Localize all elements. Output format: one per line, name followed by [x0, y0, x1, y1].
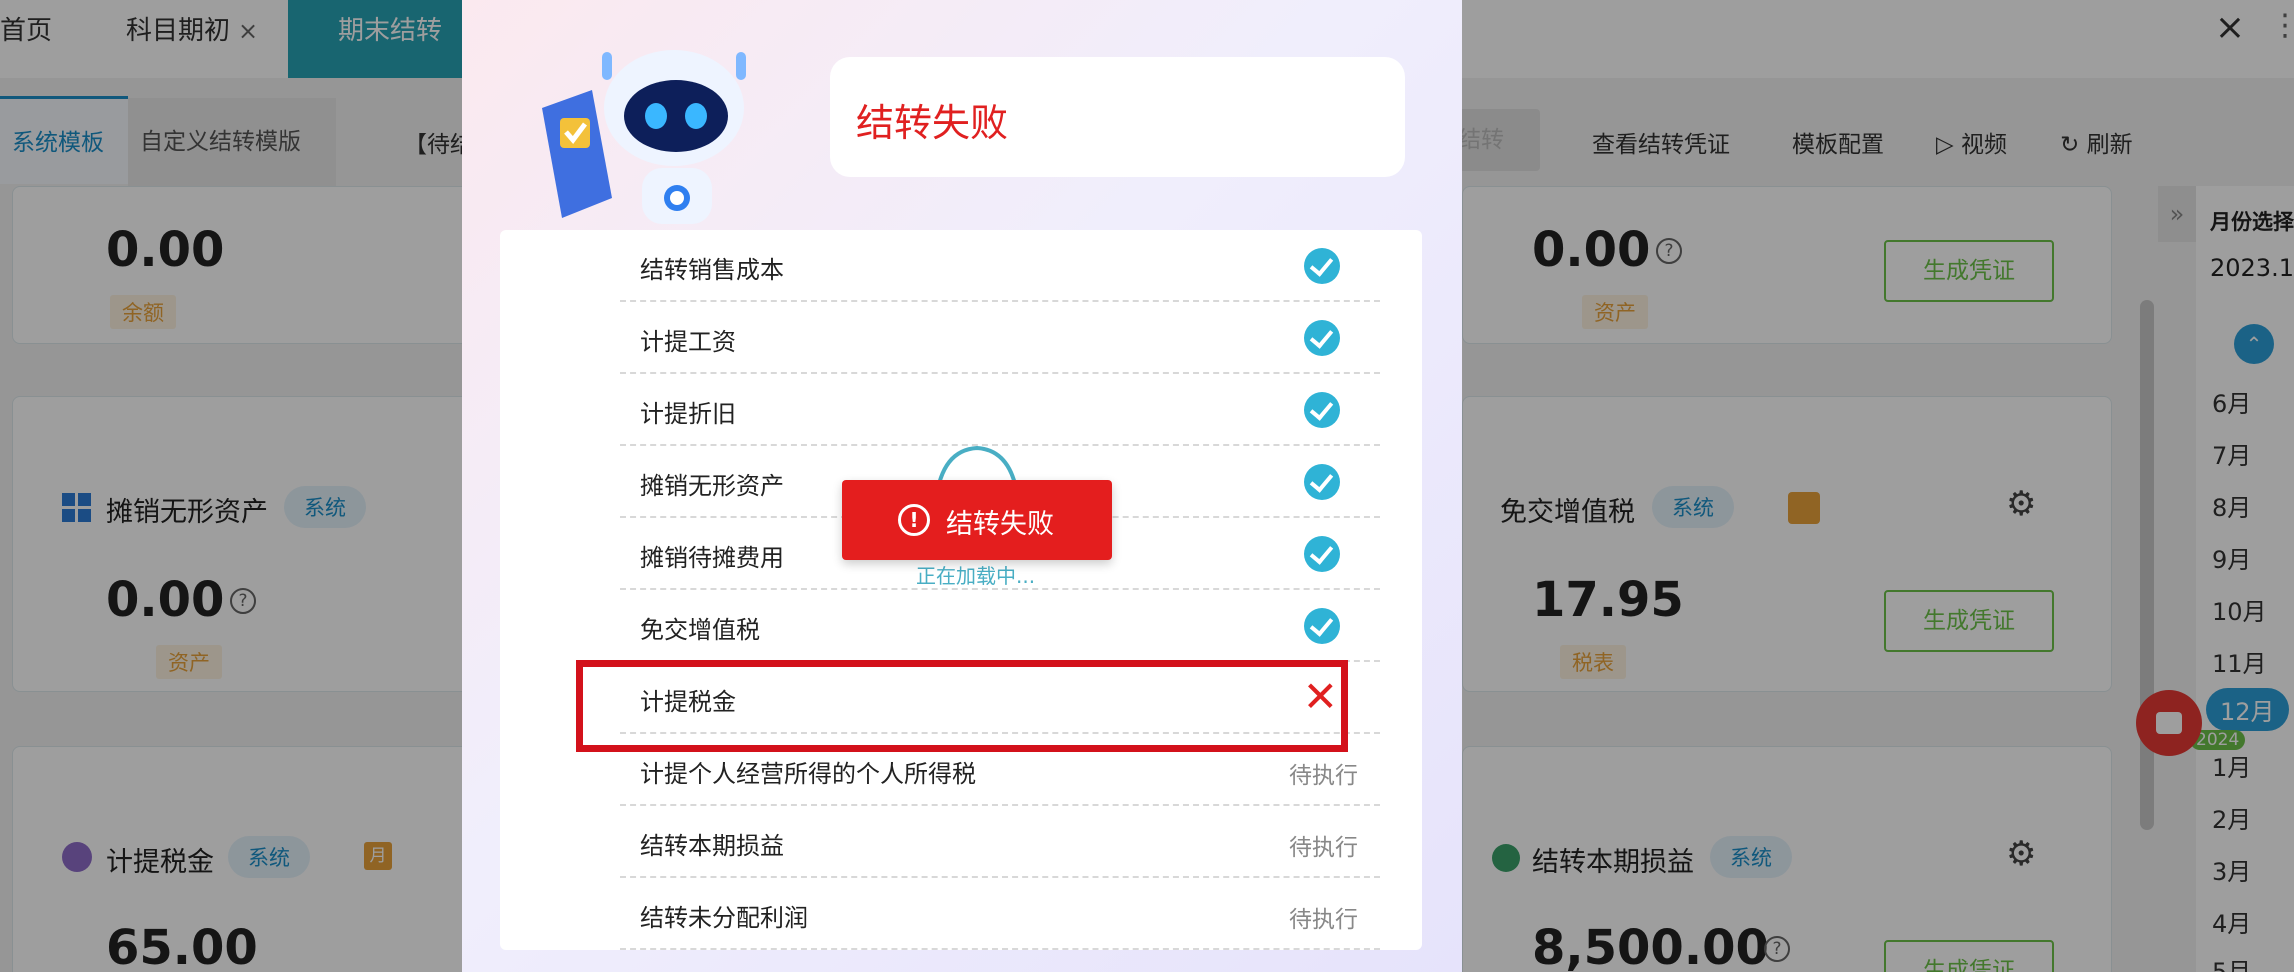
modal-title: 结转失败: [856, 101, 1009, 145]
step-row: 计提工资: [620, 302, 1380, 374]
step-status: 待执行: [1289, 835, 1358, 861]
exclamation-icon: !: [898, 504, 930, 536]
step-status: 待执行: [1289, 763, 1358, 789]
step-label: 结转销售成本: [640, 256, 784, 284]
failed-step-highlight: [576, 660, 1348, 752]
step-row: 结转未分配利润 待执行: [620, 878, 1380, 950]
step-label: 结转未分配利润: [640, 904, 808, 932]
check-circle-icon: [1304, 464, 1340, 500]
error-toast: ! 结转失败: [842, 480, 1112, 560]
step-label: 计提工资: [640, 328, 736, 356]
step-label: 结转本期损益: [640, 832, 784, 860]
step-row: 计提折旧: [620, 374, 1380, 446]
robot-mascot-icon: [542, 50, 746, 224]
check-circle-icon: [1304, 536, 1340, 572]
carryover-steps-list: 结转销售成本 计提工资 计提折旧 摊销无形资产 摊销待摊费用 免交增值税 计提税…: [500, 230, 1422, 950]
step-label: 计提折旧: [640, 400, 736, 428]
step-row: 结转销售成本: [620, 230, 1380, 302]
step-status: 待执行: [1289, 907, 1358, 933]
loading-text: 正在加载中...: [916, 564, 1036, 588]
toast-message: 结转失败: [946, 509, 1054, 540]
step-row: 结转本期损益 待执行: [620, 806, 1380, 878]
step-row: 免交增值税: [620, 590, 1380, 662]
step-label: 摊销无形资产: [640, 472, 784, 500]
check-circle-icon: [1304, 608, 1340, 644]
check-circle-icon: [1304, 320, 1340, 356]
step-label: 免交增值税: [640, 616, 760, 644]
step-label: 计提个人经营所得的个人所得税: [640, 760, 976, 788]
check-circle-icon: [1304, 248, 1340, 284]
step-label: 摊销待摊费用: [640, 544, 784, 572]
check-circle-icon: [1304, 392, 1340, 428]
